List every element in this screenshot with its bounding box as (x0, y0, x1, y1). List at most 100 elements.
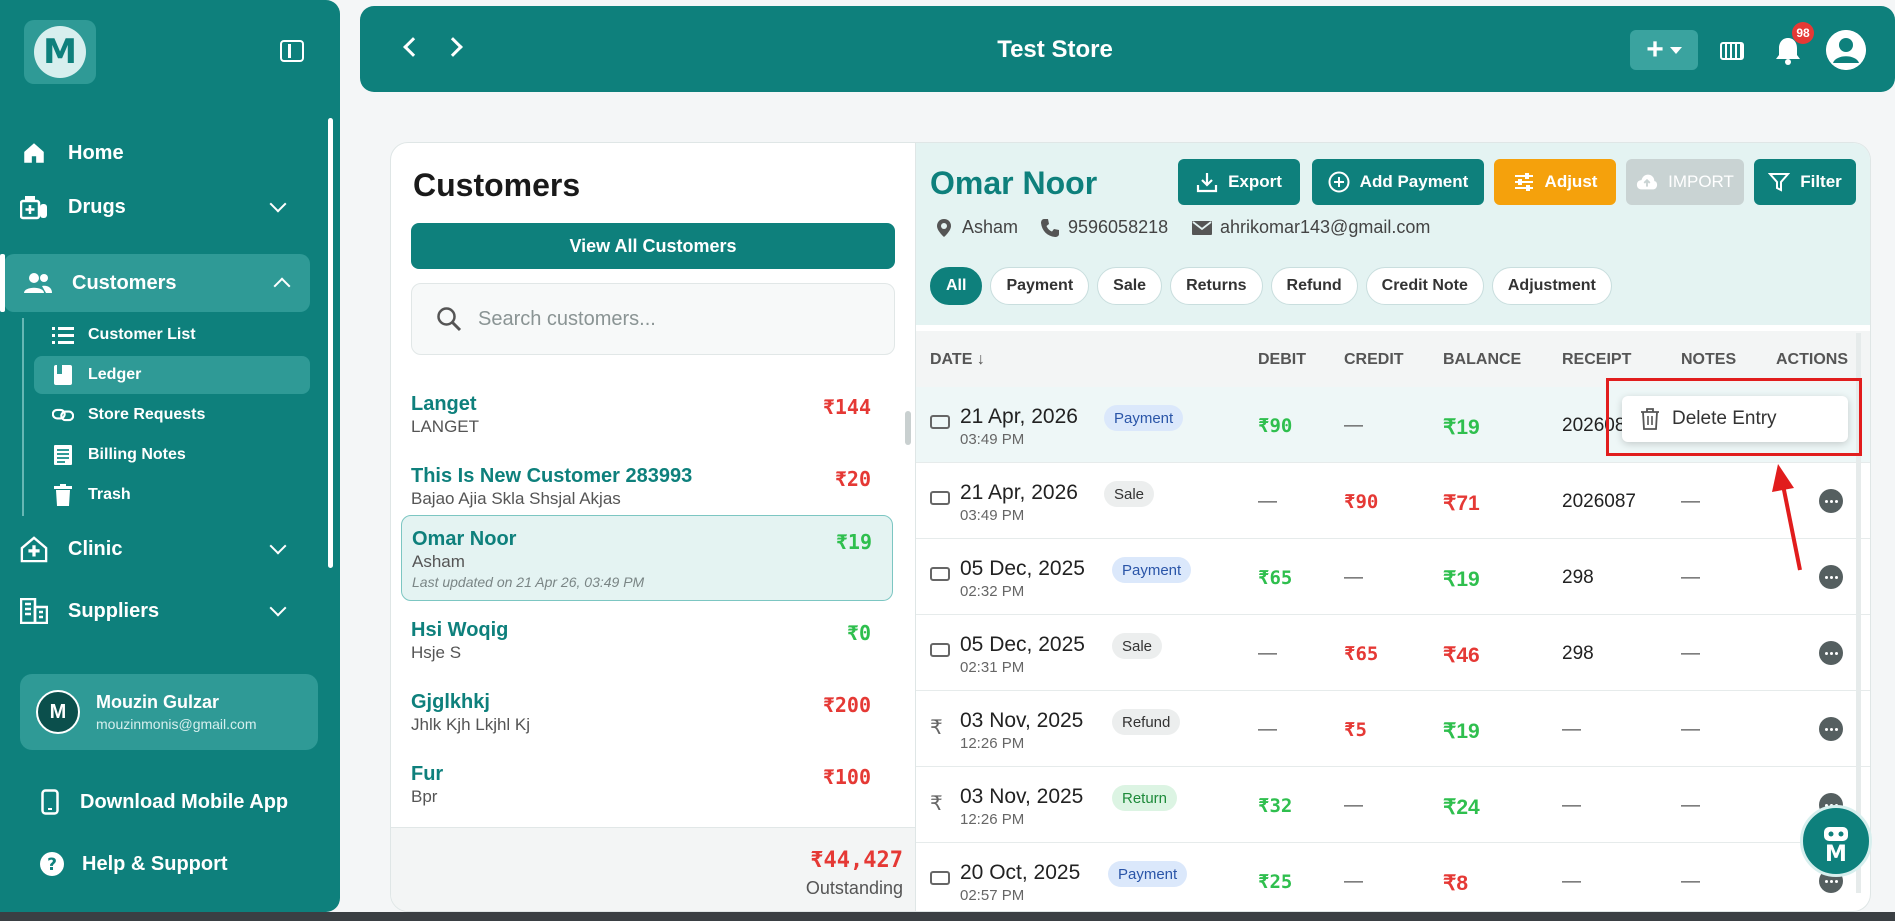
add-payment-button[interactable]: Add Payment (1312, 159, 1484, 205)
row-actions-menu-icon[interactable] (1819, 565, 1843, 589)
filter-chip-all[interactable]: All (930, 267, 983, 305)
location-text: Asham (962, 217, 1019, 237)
search-icon (437, 307, 462, 332)
entry-type-filters: All Payment Sale Returns Refund Credit N… (930, 267, 1612, 305)
entry-type-badge: Sale (1104, 481, 1155, 507)
top-header: Test Store + 98 (360, 6, 1895, 92)
ledger-row[interactable]: 05 Dec, 2025 02:32 PM Payment ₹65 — ₹19 298 — (916, 539, 1870, 615)
customer-list-item[interactable]: Langet LANGET ₹144 (401, 385, 893, 455)
entry-balance: ₹19 (1443, 720, 1480, 743)
entry-credit: — (1344, 415, 1363, 436)
view-all-customers-button[interactable]: View All Customers (411, 223, 895, 269)
ledger-row[interactable]: ₹03 Nov, 2025 12:26 PM Refund — ₹5 ₹19 — — (916, 691, 1870, 767)
sidebar-item-customer-list[interactable]: Customer List (34, 316, 310, 354)
user-profile-icon[interactable] (1826, 30, 1866, 70)
entry-receipt: 298 (1562, 643, 1594, 664)
entry-time: 02:57 PM (960, 887, 1025, 904)
entry-debit: ₹32 (1258, 795, 1293, 817)
filter-button[interactable]: Filter (1754, 159, 1856, 205)
app-logo[interactable]: M (24, 20, 96, 84)
entry-time: 03:49 PM (960, 431, 1025, 448)
ledger-row[interactable]: 21 Apr, 2026 03:49 PM Sale — ₹90 ₹71 2026087 — (916, 463, 1870, 539)
quick-add-button[interactable]: + (1630, 30, 1698, 70)
customer-list-scrollbar[interactable] (905, 411, 911, 445)
download-app-link[interactable]: Download Mobile App (36, 784, 288, 820)
entry-time: 03:49 PM (960, 507, 1025, 524)
cash-icon (930, 643, 950, 657)
filter-chip-returns[interactable]: Returns (1170, 267, 1263, 305)
sidebar-collapse-icon[interactable] (280, 40, 304, 62)
col-balance: BALANCE (1443, 351, 1522, 368)
entry-notes: — (1681, 643, 1700, 664)
sidebar-item-trash[interactable]: Trash (34, 476, 310, 514)
outstanding-summary: ₹44,427 Outstanding (391, 827, 915, 911)
sidebar-item-billing-notes[interactable]: Billing Notes (34, 436, 310, 474)
nav-item-drugs[interactable]: Drugs (0, 178, 340, 236)
customer-list-item[interactable]: Fur Bpr ₹100 (401, 755, 893, 825)
entry-notes: — (1681, 567, 1700, 588)
robot-icon: M (1824, 827, 1848, 865)
user-name: Mouzin Gulzar (96, 692, 219, 712)
customer-balance: ₹19 (835, 530, 872, 554)
window-bottom-bar (0, 912, 1895, 921)
ledger-row[interactable]: ₹03 Nov, 2025 12:26 PM Return ₹32 — ₹24 — — (916, 767, 1870, 843)
ledger-customer-name: Omar Noor (930, 165, 1098, 201)
adjust-button[interactable]: Adjust (1494, 159, 1616, 205)
entry-receipt: — (1562, 719, 1581, 740)
cash-icon (930, 491, 950, 505)
mail-icon (1192, 220, 1212, 235)
entry-debit: — (1258, 719, 1277, 740)
assistant-bot-button[interactable]: M (1800, 805, 1872, 877)
sidebar-item-store-requests[interactable]: Store Requests (34, 396, 310, 434)
user-profile-card[interactable]: M Mouzin Gulzar mouzinmonis@gmail.com (20, 674, 318, 750)
row-actions-menu-icon[interactable] (1819, 717, 1843, 741)
entry-debit: — (1258, 643, 1277, 664)
customer-subtitle: LANGET (411, 417, 480, 436)
nav-item-home[interactable]: Home (0, 124, 340, 182)
caret-down-icon (1669, 46, 1682, 54)
phone-icon (36, 788, 64, 816)
help-support-label: Help & Support (82, 852, 228, 875)
help-support-link[interactable]: ? Help & Support (38, 846, 228, 882)
sidebar-item-label: Billing Notes (88, 446, 186, 463)
nav-item-clinic[interactable]: Clinic (0, 520, 340, 578)
customer-list-item[interactable]: Gjglkhkj Jhlk Kjh Lkjhl Kj ₹200 (401, 683, 893, 753)
keyboard-icon[interactable] (1720, 42, 1744, 60)
ledger-row[interactable]: 20 Oct, 2025 02:57 PM Payment ₹25 — ₹8 — — (916, 843, 1870, 911)
import-button[interactable]: IMPORT (1626, 159, 1744, 205)
row-actions-menu-icon[interactable] (1819, 489, 1843, 513)
import-label: IMPORT (1668, 172, 1734, 191)
suppliers-icon (20, 597, 48, 625)
export-button[interactable]: Export (1178, 159, 1300, 205)
nav-item-customers[interactable]: Customers (0, 254, 310, 312)
filter-label: Filter (1800, 172, 1842, 191)
entry-balance: ₹24 (1443, 796, 1480, 819)
drugs-icon (20, 193, 48, 221)
filter-chip-refund[interactable]: Refund (1270, 267, 1358, 305)
entry-time: 12:26 PM (960, 735, 1025, 752)
filter-chip-adjustment[interactable]: Adjustment (1491, 267, 1612, 305)
ledger-row[interactable]: 05 Dec, 2025 02:31 PM Sale — ₹65 ₹46 298 — (916, 615, 1870, 691)
highlight-annotation-box (1606, 378, 1862, 456)
chevron-up-icon (273, 277, 291, 295)
customer-list-item-selected[interactable]: Omar Noor Asham Last updated on 21 Apr 2… (401, 515, 893, 601)
rupee-icon: ₹ (930, 717, 943, 739)
nav-label-customers: Customers (72, 271, 177, 294)
customers-icon (24, 269, 52, 297)
sidebar-item-ledger[interactable]: Ledger (34, 356, 310, 394)
entry-balance: ₹8 (1443, 872, 1469, 895)
phone-icon (1041, 218, 1059, 237)
rupee-icon: ₹ (930, 793, 943, 815)
row-actions-menu-icon[interactable] (1819, 641, 1843, 665)
search-input[interactable] (478, 307, 878, 331)
col-date[interactable]: DATE ↓ (930, 351, 985, 369)
filter-chip-credit-note[interactable]: Credit Note (1365, 267, 1484, 305)
entry-debit: ₹25 (1258, 871, 1293, 893)
filter-chip-payment[interactable]: Payment (990, 267, 1090, 305)
home-icon (20, 139, 48, 167)
nav-item-suppliers[interactable]: Suppliers (0, 582, 340, 640)
plus-circle-icon (1328, 171, 1350, 193)
filter-chip-sale[interactable]: Sale (1097, 267, 1163, 305)
customer-list-item[interactable]: Hsi Woqig Hsje S ₹0 (401, 611, 893, 681)
entry-debit: ₹65 (1258, 567, 1293, 589)
